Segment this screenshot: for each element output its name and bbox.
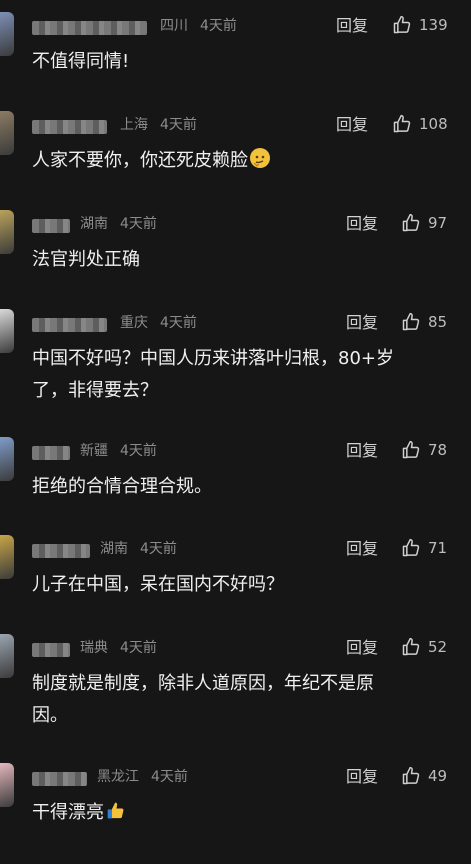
thumbs-up-icon xyxy=(402,766,420,785)
comment-text: 拒绝的合情合理合规。 xyxy=(32,471,432,503)
thumbs-up-icon xyxy=(402,538,420,557)
comment-text: 儿子在中国，呆在国内不好吗？ xyxy=(32,569,432,601)
reply-button[interactable]: 回复 xyxy=(346,313,378,333)
thumbs-up-icon xyxy=(402,213,420,232)
username-blurred[interactable] xyxy=(32,21,147,35)
like-button[interactable]: 97 xyxy=(401,213,447,233)
avatar[interactable] xyxy=(0,437,14,481)
reply-button[interactable]: 回复 xyxy=(346,539,378,559)
comment-time: 4天前 xyxy=(200,18,237,34)
comment-time: 4天前 xyxy=(160,117,197,133)
comment-text-content: 不值得同情! xyxy=(32,51,130,72)
comment-location: 上海 xyxy=(120,117,148,133)
avatar[interactable] xyxy=(0,12,14,56)
comment-location: 湖南 xyxy=(100,541,128,557)
comment-meta: 新疆 4天前 xyxy=(80,443,169,459)
comment-item: 四川 4天前 回复 139 不值得同情! xyxy=(0,12,471,108)
reply-button[interactable]: 回复 xyxy=(346,638,378,658)
comment-text-content: 人家不要你，你还死皮赖脸 xyxy=(32,150,248,171)
comment-item: 湖南 4天前 回复 97 法官判处正确 xyxy=(0,210,471,306)
like-count: 71 xyxy=(428,539,448,557)
comment-meta: 湖南 4天前 xyxy=(80,216,169,232)
comment-location: 重庆 xyxy=(120,315,148,331)
like-button[interactable]: 108 xyxy=(392,114,448,134)
comment-meta: 瑞典 4天前 xyxy=(80,640,169,656)
avatar[interactable] xyxy=(0,309,14,353)
comment-time: 4天前 xyxy=(160,315,197,331)
like-button[interactable]: 85 xyxy=(401,312,447,332)
comment-time: 4天前 xyxy=(140,541,177,557)
username-blurred[interactable] xyxy=(32,643,70,657)
comment-text-content: 中国不好吗？中国人历来讲落叶归根，80+岁 了，非得要去？ xyxy=(32,348,394,401)
avatar[interactable] xyxy=(0,634,14,678)
comment-item: 黑龙江 4天前 回复 49 干得漂亮 xyxy=(0,763,471,859)
like-count: 139 xyxy=(419,16,448,34)
comment-text-content: 儿子在中国，呆在国内不好吗？ xyxy=(32,574,284,595)
like-count: 52 xyxy=(428,638,448,656)
comment-text-content: 法官判处正确 xyxy=(32,249,140,270)
thumbs-up-emoji-icon xyxy=(106,800,126,820)
like-count: 85 xyxy=(428,313,448,331)
reply-button[interactable]: 回复 xyxy=(336,115,368,135)
thumbs-up-icon xyxy=(402,637,420,656)
comment-text: 中国不好吗？中国人历来讲落叶归根，80+岁 了，非得要去？ xyxy=(32,343,432,407)
reply-button[interactable]: 回复 xyxy=(346,767,378,787)
comment-time: 4天前 xyxy=(120,640,157,656)
comment-location: 四川 xyxy=(160,18,188,34)
comment-text-content: 制度就是制度，除非人道原因，年纪不是原 因。 xyxy=(32,673,374,726)
comment-text: 法官判处正确 xyxy=(32,244,432,276)
reply-button[interactable]: 回复 xyxy=(346,214,378,234)
thumbs-up-icon xyxy=(402,312,420,331)
comment-location: 湖南 xyxy=(80,216,108,232)
comment-time: 4天前 xyxy=(120,443,157,459)
comment-text: 不值得同情! xyxy=(32,46,432,78)
avatar[interactable] xyxy=(0,210,14,254)
comment-meta: 黑龙江 4天前 xyxy=(97,769,200,785)
comment-text-content: 拒绝的合情合理合规。 xyxy=(32,476,212,497)
like-button[interactable]: 71 xyxy=(401,538,447,558)
comment-item: 新疆 4天前 回复 78 拒绝的合情合理合规。 xyxy=(0,437,471,533)
reply-button[interactable]: 回复 xyxy=(346,441,378,461)
username-blurred[interactable] xyxy=(32,772,87,786)
comment-text: 制度就是制度，除非人道原因，年纪不是原 因。 xyxy=(32,668,432,732)
comment-location: 黑龙江 xyxy=(97,769,139,785)
username-blurred[interactable] xyxy=(32,318,107,332)
like-count: 108 xyxy=(419,115,448,133)
comment-text: 干得漂亮 xyxy=(32,797,432,829)
comment-meta: 重庆 4天前 xyxy=(120,315,209,331)
thumbs-up-icon xyxy=(393,114,411,133)
comment-item: 湖南 4天前 回复 71 儿子在中国，呆在国内不好吗？ xyxy=(0,535,471,631)
avatar[interactable] xyxy=(0,763,14,807)
avatar[interactable] xyxy=(0,111,14,155)
comment-text-content: 干得漂亮 xyxy=(32,802,104,823)
like-count: 97 xyxy=(428,214,448,232)
comment-location: 新疆 xyxy=(80,443,108,459)
comment-text: 人家不要你，你还死皮赖脸 xyxy=(32,145,432,177)
like-button[interactable]: 52 xyxy=(401,637,447,657)
thumbs-up-icon xyxy=(402,440,420,459)
comment-time: 4天前 xyxy=(120,216,157,232)
comment-meta: 四川 4天前 xyxy=(160,18,249,34)
comment-item: 重庆 4天前 回复 85 中国不好吗？中国人历来讲落叶归根，80+岁 了，非得要去？ xyxy=(0,309,471,407)
comment-time: 4天前 xyxy=(151,769,188,785)
comment-location: 瑞典 xyxy=(80,640,108,656)
avatar[interactable] xyxy=(0,535,14,579)
thumbs-up-icon xyxy=(393,15,411,34)
like-button[interactable]: 49 xyxy=(401,766,447,786)
like-button[interactable]: 78 xyxy=(401,440,447,460)
comment-item: 瑞典 4天前 回复 52 制度就是制度，除非人道原因，年纪不是原 因。 xyxy=(0,634,471,732)
like-count: 78 xyxy=(428,441,448,459)
comment-item: 上海 4天前 回复 108 人家不要你，你还死皮赖脸 xyxy=(0,111,471,207)
username-blurred[interactable] xyxy=(32,544,90,558)
username-blurred[interactable] xyxy=(32,446,70,460)
like-button[interactable]: 139 xyxy=(392,15,448,35)
thinking-face-icon xyxy=(250,148,270,168)
like-count: 49 xyxy=(428,767,448,785)
comment-meta: 上海 4天前 xyxy=(120,117,209,133)
username-blurred[interactable] xyxy=(32,219,70,233)
reply-button[interactable]: 回复 xyxy=(336,16,368,36)
username-blurred[interactable] xyxy=(32,120,107,134)
comment-meta: 湖南 4天前 xyxy=(100,541,189,557)
